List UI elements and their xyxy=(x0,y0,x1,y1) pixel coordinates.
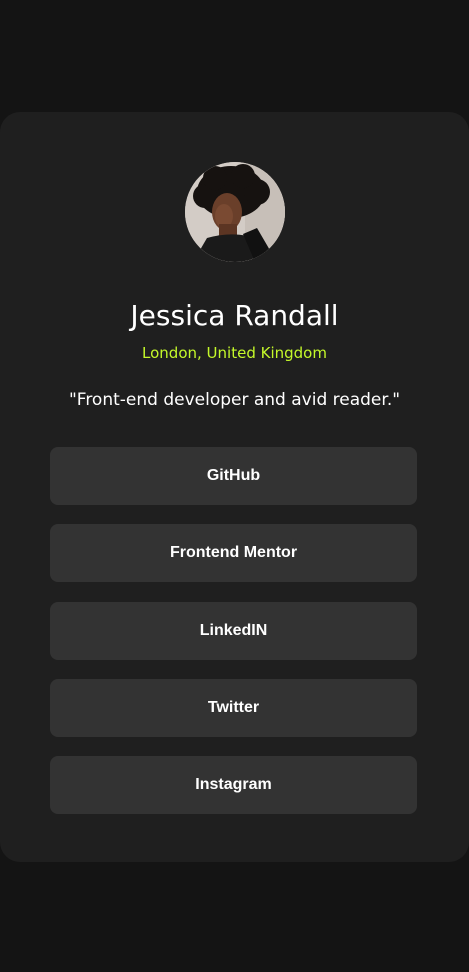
linkedin-link-button[interactable]: LinkedIN xyxy=(50,601,417,660)
profile-card: Jessica Randall London, United Kingdom "… xyxy=(0,112,469,862)
github-link-button[interactable]: GitHub xyxy=(50,447,417,505)
profile-name: Jessica Randall xyxy=(130,299,339,332)
avatar-photo-icon xyxy=(185,162,285,262)
profile-location: London, United Kingdom xyxy=(142,344,327,362)
profile-bio: "Front-end developer and avid reader." xyxy=(68,390,401,410)
avatar xyxy=(185,162,285,262)
instagram-link-button[interactable]: Instagram xyxy=(50,756,417,815)
social-links-list: GitHub Frontend Mentor LinkedIN Twitter … xyxy=(50,447,417,833)
twitter-link-button[interactable]: Twitter xyxy=(50,678,417,737)
frontend-mentor-link-button[interactable]: Frontend Mentor xyxy=(50,524,417,583)
